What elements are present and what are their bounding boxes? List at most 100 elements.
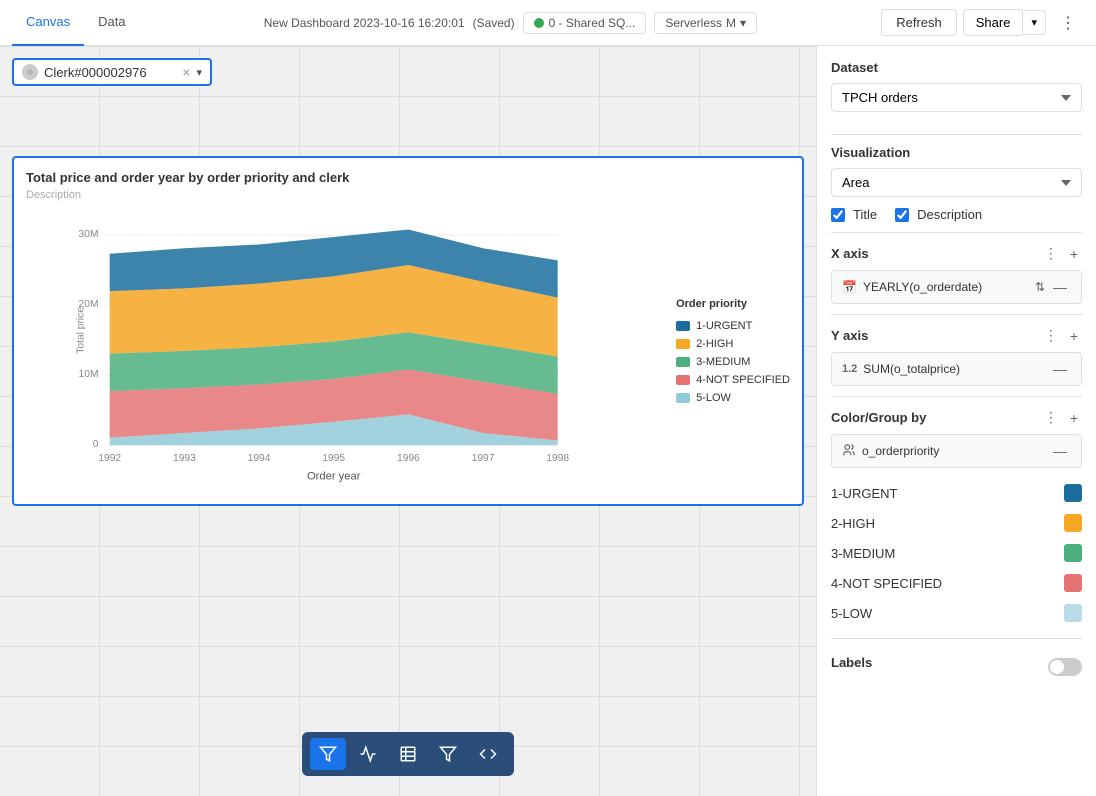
x-axis-label: X axis — [831, 246, 869, 261]
visualization-label: Visualization — [831, 145, 1082, 160]
legend-item-not-specified: 4-NOT SPECIFIED — [676, 374, 790, 386]
color-dot-high[interactable] — [1064, 514, 1082, 532]
color-dot-low[interactable] — [1064, 604, 1082, 622]
y-axis-item-remove-button[interactable]: — — [1049, 359, 1071, 379]
y-axis-more-button[interactable]: ⋮ — [1040, 325, 1062, 346]
group-icon — [842, 443, 856, 460]
share-button-group: Share ▾ — [963, 9, 1046, 36]
color-item-medium-label: 3-MEDIUM — [831, 546, 895, 561]
color-item-not-specified-label: 4-NOT SPECIFIED — [831, 576, 942, 591]
color-group-item-remove-button[interactable]: — — [1049, 441, 1071, 461]
color-item-urgent-label: 1-URGENT — [831, 486, 897, 501]
code-view-button[interactable] — [470, 738, 506, 770]
legend-label-medium: 3-MEDIUM — [696, 356, 750, 368]
legend-label-not-specified: 4-NOT SPECIFIED — [696, 374, 790, 386]
filter-bar: ○ Clerk#000002976 × ▾ — [12, 58, 212, 86]
divider-4 — [831, 396, 1082, 397]
filter-clear-icon[interactable]: × — [182, 64, 190, 80]
color-item-low[interactable]: 5-LOW — [831, 598, 1082, 628]
svg-text:10M: 10M — [79, 369, 99, 380]
color-item-high-label: 2-HIGH — [831, 516, 875, 531]
x-axis-add-button[interactable]: + — [1066, 244, 1082, 264]
chevron-down-icon: ▾ — [740, 16, 746, 30]
chart-container: 30M 20M 10M 0 Total price — [26, 209, 790, 492]
header-actions: Refresh Share ▾ ⋮ — [881, 8, 1084, 38]
y-axis-actions: ⋮ + — [1040, 325, 1082, 346]
visualization-select[interactable]: Area — [831, 168, 1082, 197]
legend-color-not-specified — [676, 375, 690, 385]
add-filter-button[interactable] — [310, 738, 346, 770]
color-dot-medium[interactable] — [1064, 544, 1082, 562]
bottom-toolbar — [302, 732, 514, 776]
legend-label-high: 2-HIGH — [696, 338, 733, 350]
labels-toggle-row: Labels — [831, 649, 1082, 684]
refresh-button[interactable]: Refresh — [881, 9, 957, 36]
svg-text:1994: 1994 — [248, 453, 271, 464]
y-axis-item[interactable]: 1.2 SUM(o_totalprice) — — [831, 352, 1082, 386]
svg-text:Total price: Total price — [76, 307, 87, 354]
sort-icon[interactable]: ⇅ — [1035, 280, 1045, 294]
labels-label: Labels — [831, 655, 872, 670]
filter-funnel-button[interactable] — [430, 738, 466, 770]
filter-chip[interactable]: ○ Clerk#000002976 × ▾ — [12, 58, 212, 86]
svg-text:30M: 30M — [79, 229, 99, 240]
divider-1 — [831, 134, 1082, 135]
legend-item-low: 5-LOW — [676, 392, 790, 404]
canvas-area[interactable]: ○ Clerk#000002976 × ▾ Total price and or… — [0, 46, 816, 796]
legend-color-medium — [676, 357, 690, 367]
serverless-chip[interactable]: Serverless M ▾ — [654, 12, 757, 34]
color-group-header: Color/Group by ⋮ + — [831, 407, 1082, 428]
color-item-high[interactable]: 2-HIGH — [831, 508, 1082, 538]
calendar-icon: 📅 — [842, 280, 857, 294]
color-group-item[interactable]: o_orderpriority — — [831, 434, 1082, 468]
status-dot — [534, 18, 544, 28]
color-item-medium[interactable]: 3-MEDIUM — [831, 538, 1082, 568]
color-group-item-label: o_orderpriority — [842, 443, 939, 460]
description-checkbox[interactable] — [895, 208, 909, 222]
saved-badge: (Saved) — [473, 16, 515, 30]
color-group-more-button[interactable]: ⋮ — [1040, 407, 1062, 428]
svg-text:1997: 1997 — [472, 453, 495, 464]
share-dropdown-button[interactable]: ▾ — [1022, 10, 1046, 35]
svg-text:1995: 1995 — [322, 453, 345, 464]
y-axis-item-text: SUM(o_totalprice) — [863, 362, 960, 376]
main-layout: ○ Clerk#000002976 × ▾ Total price and or… — [0, 46, 1096, 796]
divider-2 — [831, 232, 1082, 233]
color-item-urgent[interactable]: 1-URGENT — [831, 478, 1082, 508]
y-axis-item-label: 1.2 SUM(o_totalprice) — [842, 362, 960, 376]
status-chip[interactable]: 0 - Shared SQ... — [523, 12, 647, 34]
dashboard-title: New Dashboard 2023-10-16 16:20:01 — [264, 16, 465, 30]
chart-svg: 30M 20M 10M 0 Total price — [26, 209, 660, 492]
x-axis-item-actions: ⇅ — — [1035, 277, 1071, 297]
tab-canvas[interactable]: Canvas — [12, 0, 84, 46]
line-chart-button[interactable] — [350, 738, 386, 770]
legend-item-medium: 3-MEDIUM — [676, 356, 790, 368]
chart-description: Description — [26, 189, 790, 201]
color-item-not-specified[interactable]: 4-NOT SPECIFIED — [831, 568, 1082, 598]
filter-circle-icon: ○ — [22, 64, 38, 80]
x-axis-more-button[interactable]: ⋮ — [1040, 243, 1062, 264]
share-button[interactable]: Share — [963, 9, 1023, 36]
labels-toggle[interactable] — [1048, 658, 1082, 676]
divider-3 — [831, 314, 1082, 315]
tab-data[interactable]: Data — [84, 0, 139, 46]
title-checkbox[interactable] — [831, 208, 845, 222]
title-checkbox-label: Title — [853, 207, 877, 222]
y-axis-add-button[interactable]: + — [1066, 326, 1082, 346]
color-dot-urgent[interactable] — [1064, 484, 1082, 502]
legend-title: Order priority — [676, 298, 790, 310]
color-group-add-button[interactable]: + — [1066, 408, 1082, 428]
x-axis-item-text: YEARLY(o_orderdate) — [863, 280, 982, 294]
app-header: Canvas Data New Dashboard 2023-10-16 16:… — [0, 0, 1096, 46]
legend-color-urgent — [676, 321, 690, 331]
y-axis-label: Y axis — [831, 328, 868, 343]
color-dot-not-specified[interactable] — [1064, 574, 1082, 592]
more-options-button[interactable]: ⋮ — [1052, 8, 1084, 38]
filter-dropdown-icon[interactable]: ▾ — [196, 66, 202, 79]
dataset-select[interactable]: TPCH orders — [831, 83, 1082, 112]
table-view-button[interactable] — [390, 738, 426, 770]
legend-item-high: 2-HIGH — [676, 338, 790, 350]
color-group-actions: ⋮ + — [1040, 407, 1082, 428]
x-axis-item-remove-button[interactable]: — — [1049, 277, 1071, 297]
x-axis-item[interactable]: 📅 YEARLY(o_orderdate) ⇅ — — [831, 270, 1082, 304]
